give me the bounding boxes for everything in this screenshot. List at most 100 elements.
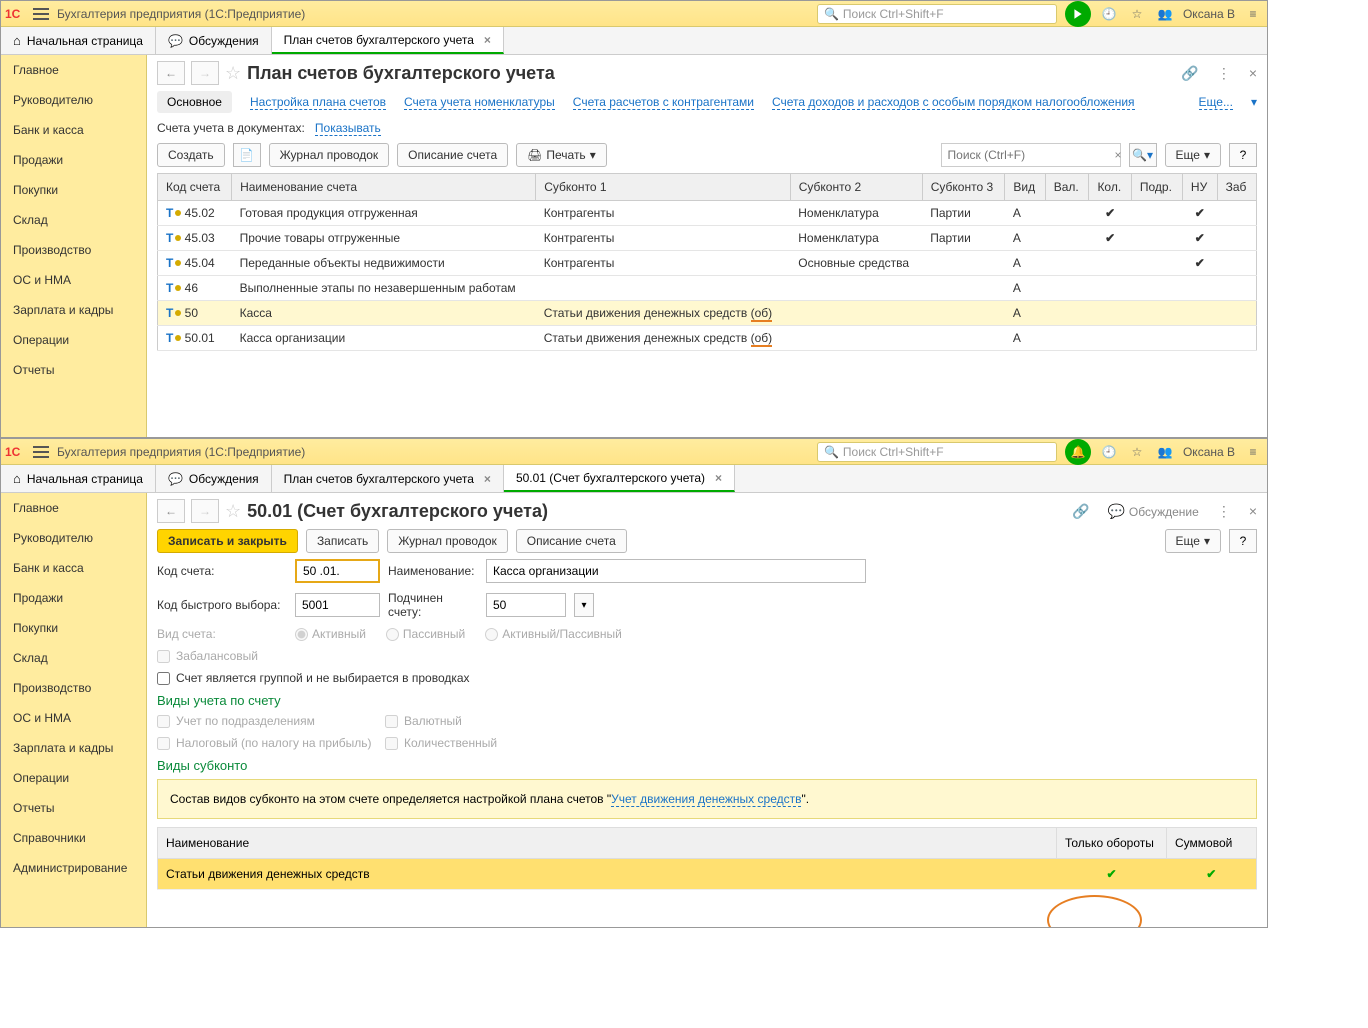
more-button[interactable]: Еще ▾ — [1165, 143, 1221, 167]
settings-icon[interactable]: ≡ — [1243, 4, 1263, 24]
table-row[interactable]: T 46Выполненные этапы по незавершенным р… — [158, 276, 1257, 301]
sidebar-item[interactable]: Операции — [1, 325, 146, 355]
link-income[interactable]: Счета доходов и расходов с особым порядк… — [772, 95, 1135, 110]
link-nomenclature[interactable]: Счета учета номенклатуры — [404, 95, 555, 110]
sidebar-item[interactable]: Покупки — [1, 613, 146, 643]
favorite-icon[interactable]: ☆ — [225, 501, 241, 522]
print-button[interactable]: 🖨Печать ▾ — [516, 143, 607, 167]
sidebar-item[interactable]: Продажи — [1, 583, 146, 613]
table-row[interactable]: T 45.04Переданные объекты недвижимостиКо… — [158, 251, 1257, 276]
col-header[interactable]: Заб — [1217, 174, 1256, 201]
col-header[interactable]: Код счета — [158, 174, 232, 201]
sidebar-item[interactable]: Покупки — [1, 175, 146, 205]
history-icon[interactable]: 🕘 — [1099, 4, 1119, 24]
sidebar-item[interactable]: Склад — [1, 643, 146, 673]
sidebar-item[interactable]: Производство — [1, 235, 146, 265]
search-button[interactable]: 🔍▾ — [1129, 143, 1157, 167]
journal-button[interactable]: Журнал проводок — [269, 143, 390, 167]
quick-input[interactable] — [295, 593, 380, 617]
more-icon[interactable]: ⋮ — [1217, 65, 1231, 82]
sidebar-item[interactable]: Руководителю — [1, 523, 146, 553]
sidebar-item[interactable]: Операции — [1, 763, 146, 793]
tab-discuss[interactable]: 💬Обсуждения — [156, 27, 272, 54]
favorite-icon[interactable]: ☆ — [225, 63, 241, 84]
menu-icon[interactable] — [33, 8, 49, 20]
save-button[interactable]: Записать — [306, 529, 379, 553]
local-search[interactable]: × — [941, 143, 1121, 167]
close-icon[interactable]: × — [1249, 65, 1257, 81]
table-row[interactable]: T 45.03Прочие товары отгруженныеКонтраге… — [158, 226, 1257, 251]
col-header[interactable]: НУ — [1182, 174, 1217, 201]
nav-fwd-button[interactable]: → — [191, 499, 219, 523]
col-header[interactable]: Вал. — [1045, 174, 1089, 201]
name-input[interactable] — [486, 559, 866, 583]
clear-icon[interactable]: × — [1109, 148, 1128, 162]
sidebar-item[interactable]: Руководителю — [1, 85, 146, 115]
sidebar-item[interactable]: Зарплата и кадры — [1, 295, 146, 325]
code-input[interactable] — [295, 559, 380, 583]
close-icon[interactable]: × — [484, 33, 491, 47]
link-icon[interactable]: 🔗 — [1072, 503, 1089, 520]
parent-input[interactable] — [486, 593, 566, 617]
help-button[interactable]: ? — [1229, 143, 1257, 167]
save-close-button[interactable]: Записать и закрыть — [157, 529, 298, 553]
global-search[interactable]: 🔍Поиск Ctrl+Shift+F — [817, 4, 1057, 24]
star-icon[interactable]: ☆ — [1127, 442, 1147, 462]
col-header[interactable]: Подр. — [1131, 174, 1182, 201]
close-icon[interactable]: × — [715, 471, 722, 485]
help-button[interactable]: ? — [1229, 529, 1257, 553]
select-button[interactable]: ▾ — [574, 593, 594, 617]
history-icon[interactable]: 🕘 — [1099, 442, 1119, 462]
user-label[interactable]: Оксана В — [1183, 445, 1235, 459]
sidebar-item[interactable]: Банк и касса — [1, 553, 146, 583]
user-label[interactable]: Оксана В — [1183, 7, 1235, 21]
sidebar-item[interactable]: Главное — [1, 493, 146, 523]
chk-group[interactable]: Счет является группой и не выбирается в … — [157, 671, 470, 685]
tab-home[interactable]: ⌂Начальная страница — [1, 27, 156, 54]
table-row[interactable]: Статьи движения денежных средств ✔ ✔ — [158, 859, 1257, 890]
tab-main[interactable]: Основное — [157, 91, 232, 113]
col-header[interactable]: Вид — [1005, 174, 1045, 201]
sidebar-item[interactable]: Продажи — [1, 145, 146, 175]
sidebar-item[interactable]: Отчеты — [1, 793, 146, 823]
sidebar-item[interactable]: Администрирование — [1, 853, 146, 883]
tab-account[interactable]: 50.01 (Счет бухгалтерского учета)× — [504, 465, 735, 492]
info-link[interactable]: Учет движения денежных средств — [611, 792, 801, 807]
tab-home[interactable]: ⌂Начальная страница — [1, 465, 156, 492]
link-more[interactable]: Еще... — [1199, 95, 1233, 110]
more-button[interactable]: Еще ▾ — [1165, 529, 1221, 553]
table-row[interactable]: T 50КассаСтатьи движения денежных средст… — [158, 301, 1257, 326]
play-button[interactable] — [1065, 1, 1091, 27]
tab-discuss[interactable]: 💬Обсуждения — [156, 465, 272, 492]
users-icon[interactable]: 👥 — [1155, 4, 1175, 24]
table-row[interactable]: T 50.01Касса организацииСтатьи движения … — [158, 326, 1257, 351]
search-input[interactable] — [942, 148, 1109, 162]
sidebar-item[interactable]: ОС и НМА — [1, 703, 146, 733]
nav-fwd-button[interactable]: → — [191, 61, 219, 85]
link-contractors[interactable]: Счета расчетов с контрагентами — [573, 95, 754, 110]
nav-back-button[interactable]: ← — [157, 499, 185, 523]
journal-button[interactable]: Журнал проводок — [387, 529, 508, 553]
sidebar-item[interactable]: Склад — [1, 205, 146, 235]
desc-button[interactable]: Описание счета — [516, 529, 627, 553]
notification-button[interactable]: 🔔 — [1065, 439, 1091, 465]
star-icon[interactable]: ☆ — [1127, 4, 1147, 24]
copy-button[interactable]: 📄 — [233, 143, 261, 167]
col-header[interactable]: Субконто 1 — [536, 174, 791, 201]
sidebar-item[interactable]: Зарплата и кадры — [1, 733, 146, 763]
tab-plan[interactable]: План счетов бухгалтерского учета× — [272, 27, 504, 54]
nav-back-button[interactable]: ← — [157, 61, 185, 85]
sidebar-item[interactable]: Справочники — [1, 823, 146, 853]
global-search[interactable]: 🔍Поиск Ctrl+Shift+F — [817, 442, 1057, 462]
sidebar-item[interactable]: Отчеты — [1, 355, 146, 385]
link-icon[interactable]: 🔗 — [1181, 65, 1198, 82]
more-icon[interactable]: ⋮ — [1217, 503, 1231, 520]
desc-button[interactable]: Описание счета — [397, 143, 508, 167]
menu-icon[interactable] — [33, 446, 49, 458]
tab-plan[interactable]: План счетов бухгалтерского учета× — [272, 465, 504, 492]
col-header[interactable]: Субконто 2 — [790, 174, 922, 201]
close-icon[interactable]: × — [484, 472, 491, 486]
col-header[interactable]: Кол. — [1089, 174, 1131, 201]
close-icon[interactable]: × — [1249, 503, 1257, 519]
sidebar-item[interactable]: Главное — [1, 55, 146, 85]
